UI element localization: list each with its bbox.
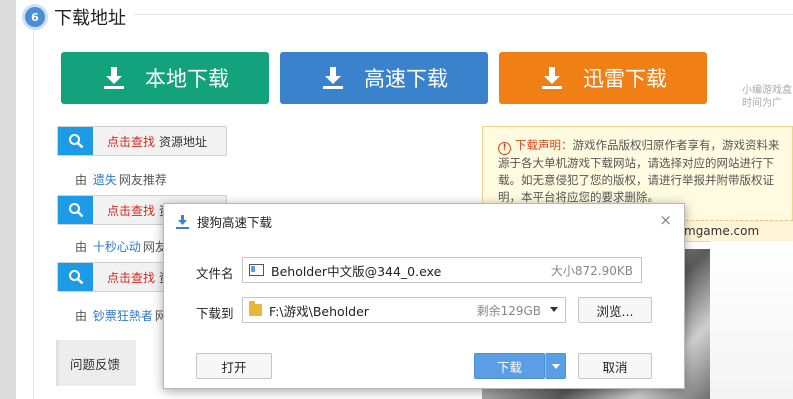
folder-icon (249, 301, 262, 316)
find-action: 点击查找 (107, 134, 156, 149)
free-space: 剩余129GB (476, 303, 541, 318)
search-icon (58, 196, 93, 224)
download-options-button[interactable] (545, 353, 566, 379)
header-rule (134, 14, 793, 15)
section-header: 6 下载地址 (22, 4, 126, 30)
recommender-link[interactable]: 十秒心动 (93, 240, 141, 254)
sogou-download-dialog: 搜狗高速下载 × 文件名 Beholder中文版@344_0.exe 大小872… (163, 203, 685, 389)
local-download-button[interactable]: 本地下载 (61, 52, 269, 104)
sidebar-area (710, 241, 793, 399)
notice-label: 下载声明： (515, 138, 573, 152)
dialog-title-text: 搜狗高速下载 (197, 215, 273, 230)
rec-prefix: 由 (75, 240, 88, 254)
open-button[interactable]: 打开 (196, 353, 272, 379)
ad-line-2: 时间为广 (742, 98, 782, 109)
download-button[interactable]: 下载 (474, 353, 545, 379)
fast-download-button[interactable]: 高速下载 (280, 52, 488, 104)
left-shade (0, 0, 16, 399)
ad-line-1: 小编游戏盒 (742, 85, 792, 96)
find-action: 点击查找 (107, 203, 156, 218)
find-source-button[interactable]: 点击查找 资源地址 (57, 126, 227, 156)
file-name-value: Beholder中文版@344_0.exe (271, 263, 442, 279)
rec-prefix: 由 (75, 309, 88, 323)
chevron-down-icon[interactable] (550, 307, 558, 312)
rec-prefix: 由 (75, 173, 88, 187)
local-download-label: 本地下载 (145, 67, 229, 91)
recommend-line: 由 十秒心动 网友 (75, 238, 167, 255)
section-number-badge: 6 (22, 4, 48, 30)
destination-select[interactable]: F:\游戏\Beholder 剩余129GB (242, 297, 566, 323)
page: 6 下载地址 本地下载 高速下载 迅雷下载 小编游戏盒 时间为广 ! 下载声明：游… (0, 0, 793, 399)
browse-button[interactable]: 浏览... (578, 297, 652, 323)
search-icon (58, 127, 93, 155)
download-icon (104, 67, 124, 89)
download-icon (176, 214, 189, 229)
recommend-line: 由 钞票狂熱者网 (75, 307, 167, 324)
ad-text: 小编游戏盒 时间为广 (742, 84, 793, 110)
search-icon (58, 263, 93, 291)
thunder-download-button[interactable]: 迅雷下载 (499, 52, 707, 104)
download-icon (542, 67, 562, 89)
find-label: 资源地址 (159, 134, 208, 149)
recommender-link[interactable]: 钞票狂熱者 (93, 309, 153, 323)
find-action: 点击查找 (107, 270, 156, 285)
feedback-tab[interactable]: 问题反馈 (56, 340, 136, 386)
dialog-title: 搜狗高速下载 (176, 212, 272, 231)
download-icon (323, 67, 343, 89)
file-icon (249, 264, 264, 276)
cancel-button[interactable]: 取消 (578, 353, 652, 379)
recommender-link[interactable]: 遗失 (93, 173, 117, 187)
close-icon[interactable]: × (659, 211, 672, 229)
file-name-field[interactable]: Beholder中文版@344_0.exe 大小872.90KB (242, 257, 642, 283)
recommend-line: 由 遗失 网友推荐 (75, 171, 167, 188)
thunder-download-label: 迅雷下载 (583, 67, 667, 91)
destination-path: F:\游戏\Beholder (269, 303, 369, 319)
warning-icon: ! (498, 142, 511, 155)
left-border (33, 28, 34, 399)
file-name-label: 文件名 (196, 266, 234, 281)
destination-label: 下载到 (196, 306, 234, 321)
chevron-down-icon (551, 363, 560, 369)
section-title: 下载地址 (54, 8, 126, 29)
fast-download-label: 高速下载 (364, 67, 448, 91)
file-size: 大小872.90KB (550, 263, 633, 278)
rec-suffix: 网友推荐 (118, 173, 167, 187)
